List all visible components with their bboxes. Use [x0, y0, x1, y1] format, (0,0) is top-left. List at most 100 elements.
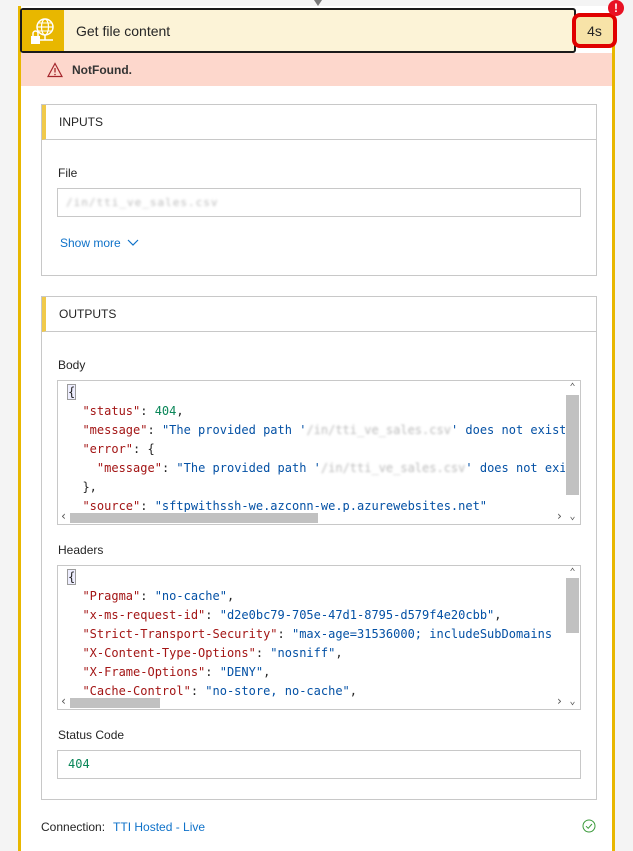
connection-row: Connection: TTI Hosted - Live: [41, 820, 205, 834]
code-token: "d2e0bc79-705e-47d1-8795-d579f4e20cbb": [219, 608, 495, 622]
code-token: :: [140, 499, 155, 513]
code-token: "x-ms-request-id": [82, 608, 206, 622]
code-token: "status": [82, 404, 141, 418]
code-token: },: [82, 480, 97, 494]
code-line: {: [58, 568, 580, 587]
code-token: :: [140, 404, 155, 418]
connection-label: Connection:: [41, 820, 106, 834]
action-header[interactable]: Get file content: [20, 8, 576, 53]
show-more-label: Show more: [60, 236, 121, 250]
code-line: "error": {: [58, 440, 580, 459]
code-token: :: [161, 461, 177, 475]
inputs-heading: INPUTS: [42, 105, 596, 140]
code-token: "Cache-Control": [82, 684, 191, 698]
chevron-down-icon: [127, 239, 139, 246]
code-token: {: [66, 569, 77, 585]
scroll-right-icon[interactable]: ›: [556, 694, 563, 708]
code-token: ,: [494, 608, 502, 622]
body-code-content: { "status": 404, "message": "The provide…: [58, 383, 580, 516]
connection-link[interactable]: TTI Hosted - Live: [113, 820, 205, 834]
headers-hscroll-thumb[interactable]: [70, 698, 160, 708]
code-token: :: [205, 665, 220, 679]
outputs-heading: OUTPUTS: [42, 297, 596, 332]
code-token: "nosniff": [270, 646, 336, 660]
check-circle-icon: [582, 819, 596, 833]
error-banner: NotFound.: [21, 53, 612, 86]
outputs-section: OUTPUTS Body { "status": 404, "message":…: [41, 296, 597, 800]
scroll-right-icon[interactable]: ›: [556, 509, 563, 523]
code-token: ,: [263, 665, 271, 679]
code-line: "message": "The provided path '/in/tti_v…: [58, 459, 580, 478]
code-token: ,: [335, 646, 343, 660]
body-hscroll-thumb[interactable]: [70, 513, 318, 523]
code-token: "no-store, no-cache": [205, 684, 350, 698]
status-code-field[interactable]: 404: [57, 750, 581, 779]
code-token: "X-Content-Type-Options": [82, 646, 256, 660]
body-vscroll-thumb[interactable]: [566, 395, 579, 495]
scroll-down-icon[interactable]: ⌄: [565, 510, 580, 524]
globe-lock-icon: [22, 10, 64, 51]
body-label: Body: [58, 358, 86, 372]
code-token: :: [147, 423, 162, 437]
code-token: "max-age=31536000; includeSubDomains: [291, 627, 553, 641]
code-token: :: [205, 608, 220, 622]
body-code-box[interactable]: { "status": 404, "message": "The provide…: [57, 380, 581, 525]
status-code-value: 404: [68, 757, 90, 771]
code-token: ,: [349, 684, 358, 698]
code-line: "status": 404,: [58, 402, 580, 421]
headers-vscroll-thumb[interactable]: [566, 578, 579, 633]
error-message: NotFound.: [72, 62, 132, 77]
scroll-down-icon[interactable]: ⌄: [565, 695, 580, 709]
code-line: "message": "The provided path '/in/tti_v…: [58, 421, 580, 440]
code-line: "x-ms-request-id": "d2e0bc79-705e-47d1-8…: [58, 606, 580, 625]
code-token: : {: [133, 442, 155, 456]
code-token: /in/tti_ve_sales.csv: [320, 461, 466, 475]
code-line: "Pragma": "no-cache",: [58, 587, 580, 606]
code-token: :: [255, 646, 271, 660]
code-token: "message": [82, 423, 148, 437]
code-line: "X-Frame-Options": "DENY",: [58, 663, 580, 682]
headers-horizontal-scrollbar[interactable]: ‹ ›: [58, 694, 565, 709]
code-token: :: [190, 684, 206, 698]
code-token: "Strict-Transport-Security": [82, 627, 278, 641]
warning-icon: [47, 61, 63, 77]
status-code-label: Status Code: [58, 728, 125, 742]
code-token: "source": [82, 499, 141, 513]
error-indicator-icon: !: [608, 0, 624, 16]
headers-label: Headers: [58, 543, 104, 557]
file-label: File: [58, 166, 78, 180]
inputs-section: INPUTS File /in/tti_ve_sales.csv Show mo…: [41, 104, 597, 276]
code-token: /in/tti_ve_sales.csv: [306, 423, 451, 437]
code-token: "sftpwithssh-we.azconn-we.p.azurewebsite…: [154, 499, 488, 513]
code-token: ,: [176, 404, 184, 418]
show-more-button[interactable]: Show more: [60, 236, 139, 250]
code-token: "no-cache": [154, 589, 227, 603]
code-token: ' does not exist: [450, 423, 567, 437]
code-line: "X-Content-Type-Options": "nosniff",: [58, 644, 580, 663]
scroll-left-icon[interactable]: ‹: [60, 509, 67, 523]
code-token: 404: [154, 404, 177, 418]
code-line: "Strict-Transport-Security": "max-age=31…: [58, 625, 580, 644]
code-token: {: [66, 384, 77, 400]
file-field[interactable]: /in/tti_ve_sales.csv: [57, 188, 581, 217]
code-token: :: [277, 627, 292, 641]
code-token: "DENY": [219, 665, 264, 679]
code-token: "The provided path ': [161, 423, 307, 437]
headers-code-box[interactable]: { "Pragma": "no-cache", "x-ms-request-id…: [57, 565, 581, 710]
headers-vertical-scrollbar[interactable]: ⌃ ⌄: [565, 566, 580, 709]
scroll-up-icon[interactable]: ⌃: [565, 381, 580, 395]
code-token: ,: [226, 589, 235, 603]
code-token: :: [140, 589, 155, 603]
code-token: "The provided path ': [176, 461, 321, 475]
scroll-left-icon[interactable]: ‹: [60, 694, 67, 708]
code-line: },: [58, 478, 580, 497]
duration-badge: 4s: [572, 13, 617, 48]
body-vertical-scrollbar[interactable]: ⌃ ⌄: [565, 381, 580, 524]
headers-code-content: { "Pragma": "no-cache", "x-ms-request-id…: [58, 568, 580, 709]
body-horizontal-scrollbar[interactable]: ‹ ›: [58, 509, 565, 524]
code-token: "X-Frame-Options": [82, 665, 206, 679]
code-token: "error": [82, 442, 134, 456]
code-token: ' does not exi: [465, 461, 567, 475]
code-line: {: [58, 383, 580, 402]
code-token: "Pragma": [82, 589, 141, 603]
